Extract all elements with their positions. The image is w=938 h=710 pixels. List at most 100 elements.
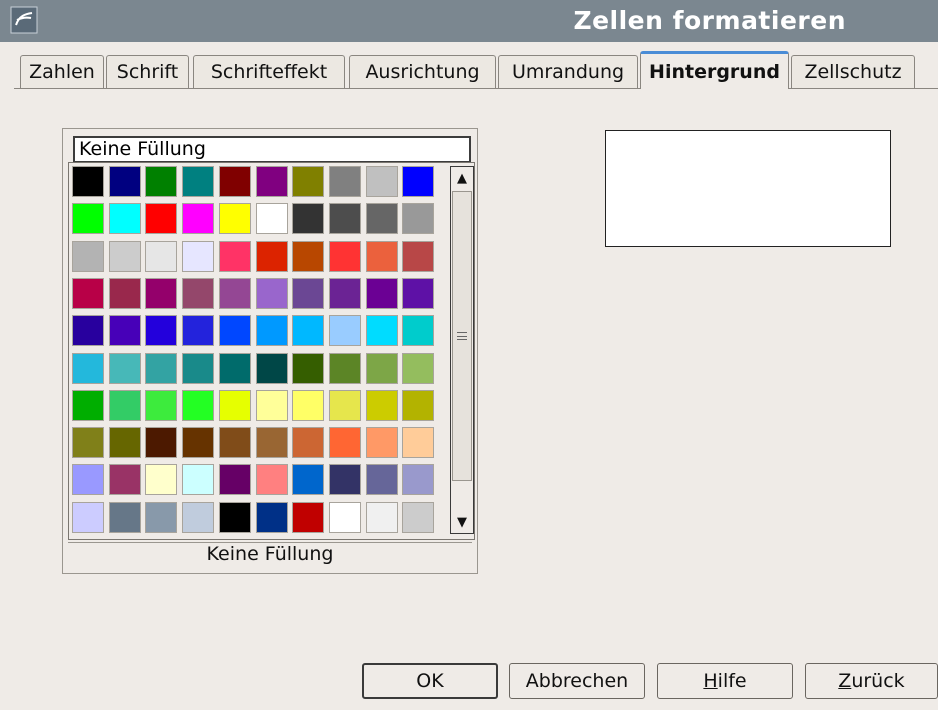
color-swatch[interactable] — [145, 315, 177, 346]
color-swatch[interactable] — [182, 203, 214, 234]
color-swatch[interactable] — [256, 427, 288, 458]
color-swatch[interactable] — [256, 464, 288, 495]
color-swatch[interactable] — [256, 241, 288, 272]
color-swatch[interactable] — [256, 278, 288, 309]
color-swatch[interactable] — [219, 502, 251, 533]
color-swatch[interactable] — [72, 203, 104, 234]
color-swatch[interactable] — [402, 353, 434, 384]
color-swatch[interactable] — [366, 278, 398, 309]
color-swatch[interactable] — [256, 315, 288, 346]
color-swatch[interactable] — [402, 203, 434, 234]
color-swatch[interactable] — [219, 390, 251, 421]
color-swatch[interactable] — [182, 241, 214, 272]
color-swatch[interactable] — [109, 502, 141, 533]
color-swatch[interactable] — [402, 241, 434, 272]
fill-name-field[interactable]: Keine Füllung — [73, 136, 471, 163]
palette-scrollbar[interactable]: ▲ ▼ — [450, 166, 474, 534]
tab-zahlen[interactable]: Zahlen — [20, 55, 104, 88]
color-swatch[interactable] — [292, 390, 324, 421]
color-swatch[interactable] — [329, 353, 361, 384]
color-swatch[interactable] — [402, 166, 434, 197]
color-swatch[interactable] — [72, 390, 104, 421]
color-swatch[interactable] — [366, 464, 398, 495]
color-swatch[interactable] — [329, 203, 361, 234]
color-swatch[interactable] — [145, 241, 177, 272]
color-swatch[interactable] — [72, 241, 104, 272]
color-swatch[interactable] — [182, 464, 214, 495]
color-swatch[interactable] — [72, 166, 104, 197]
color-swatch[interactable] — [366, 390, 398, 421]
color-swatch[interactable] — [219, 166, 251, 197]
color-swatch[interactable] — [182, 390, 214, 421]
color-swatch[interactable] — [219, 315, 251, 346]
color-swatch[interactable] — [366, 502, 398, 533]
color-swatch[interactable] — [72, 353, 104, 384]
color-swatch[interactable] — [292, 241, 324, 272]
color-swatch[interactable] — [72, 427, 104, 458]
color-swatch[interactable] — [219, 241, 251, 272]
color-swatch[interactable] — [182, 353, 214, 384]
color-swatch[interactable] — [145, 353, 177, 384]
color-swatch[interactable] — [145, 278, 177, 309]
color-swatch[interactable] — [292, 502, 324, 533]
color-swatch[interactable] — [145, 502, 177, 533]
color-swatch[interactable] — [402, 315, 434, 346]
color-swatch[interactable] — [329, 278, 361, 309]
color-swatch[interactable] — [366, 353, 398, 384]
color-swatch[interactable] — [182, 278, 214, 309]
color-swatch[interactable] — [366, 241, 398, 272]
color-swatch[interactable] — [292, 464, 324, 495]
color-swatch[interactable] — [109, 203, 141, 234]
color-swatch[interactable] — [402, 390, 434, 421]
help-button[interactable]: Hilfe — [657, 663, 793, 699]
color-swatch[interactable] — [109, 390, 141, 421]
tab-umrandung[interactable]: Umrandung — [498, 55, 638, 88]
tab-ausrichtung[interactable]: Ausrichtung — [349, 55, 496, 88]
color-swatch[interactable] — [219, 278, 251, 309]
tab-zellschutz[interactable]: Zellschutz — [791, 55, 915, 88]
color-swatch[interactable] — [292, 203, 324, 234]
color-swatch[interactable] — [219, 464, 251, 495]
color-swatch[interactable] — [109, 353, 141, 384]
color-swatch[interactable] — [292, 315, 324, 346]
color-swatch[interactable] — [329, 464, 361, 495]
color-swatch[interactable] — [256, 166, 288, 197]
color-swatch[interactable] — [72, 278, 104, 309]
ok-button[interactable]: OK — [362, 663, 498, 699]
color-swatch[interactable] — [256, 353, 288, 384]
arrow-up-icon[interactable]: ▲ — [451, 167, 473, 189]
color-swatch[interactable] — [182, 427, 214, 458]
color-swatch[interactable] — [292, 278, 324, 309]
color-swatch[interactable] — [292, 353, 324, 384]
color-swatch[interactable] — [366, 315, 398, 346]
scroll-thumb[interactable] — [452, 191, 472, 481]
color-swatch[interactable] — [109, 241, 141, 272]
color-swatch[interactable] — [72, 315, 104, 346]
color-swatch[interactable] — [366, 203, 398, 234]
color-swatch[interactable] — [402, 502, 434, 533]
color-swatch[interactable] — [219, 203, 251, 234]
color-swatch[interactable] — [145, 390, 177, 421]
color-swatch[interactable] — [292, 427, 324, 458]
color-swatch[interactable] — [256, 390, 288, 421]
office-document-icon[interactable] — [10, 6, 38, 34]
color-swatch[interactable] — [402, 464, 434, 495]
color-swatch[interactable] — [182, 502, 214, 533]
color-swatch[interactable] — [109, 278, 141, 309]
color-swatch[interactable] — [329, 166, 361, 197]
reset-button[interactable]: Zurück — [805, 663, 938, 699]
color-swatch[interactable] — [219, 353, 251, 384]
color-swatch[interactable] — [109, 427, 141, 458]
color-swatch[interactable] — [366, 166, 398, 197]
color-swatch[interactable] — [219, 427, 251, 458]
color-swatch[interactable] — [182, 166, 214, 197]
arrow-down-icon[interactable]: ▼ — [451, 511, 473, 533]
color-swatch[interactable] — [329, 427, 361, 458]
color-swatch[interactable] — [366, 427, 398, 458]
color-swatch[interactable] — [329, 315, 361, 346]
color-swatch[interactable] — [72, 464, 104, 495]
tab-schrift[interactable]: Schrift — [106, 55, 189, 88]
cancel-button[interactable]: Abbrechen — [509, 663, 645, 699]
color-swatch[interactable] — [182, 315, 214, 346]
color-swatch[interactable] — [402, 427, 434, 458]
